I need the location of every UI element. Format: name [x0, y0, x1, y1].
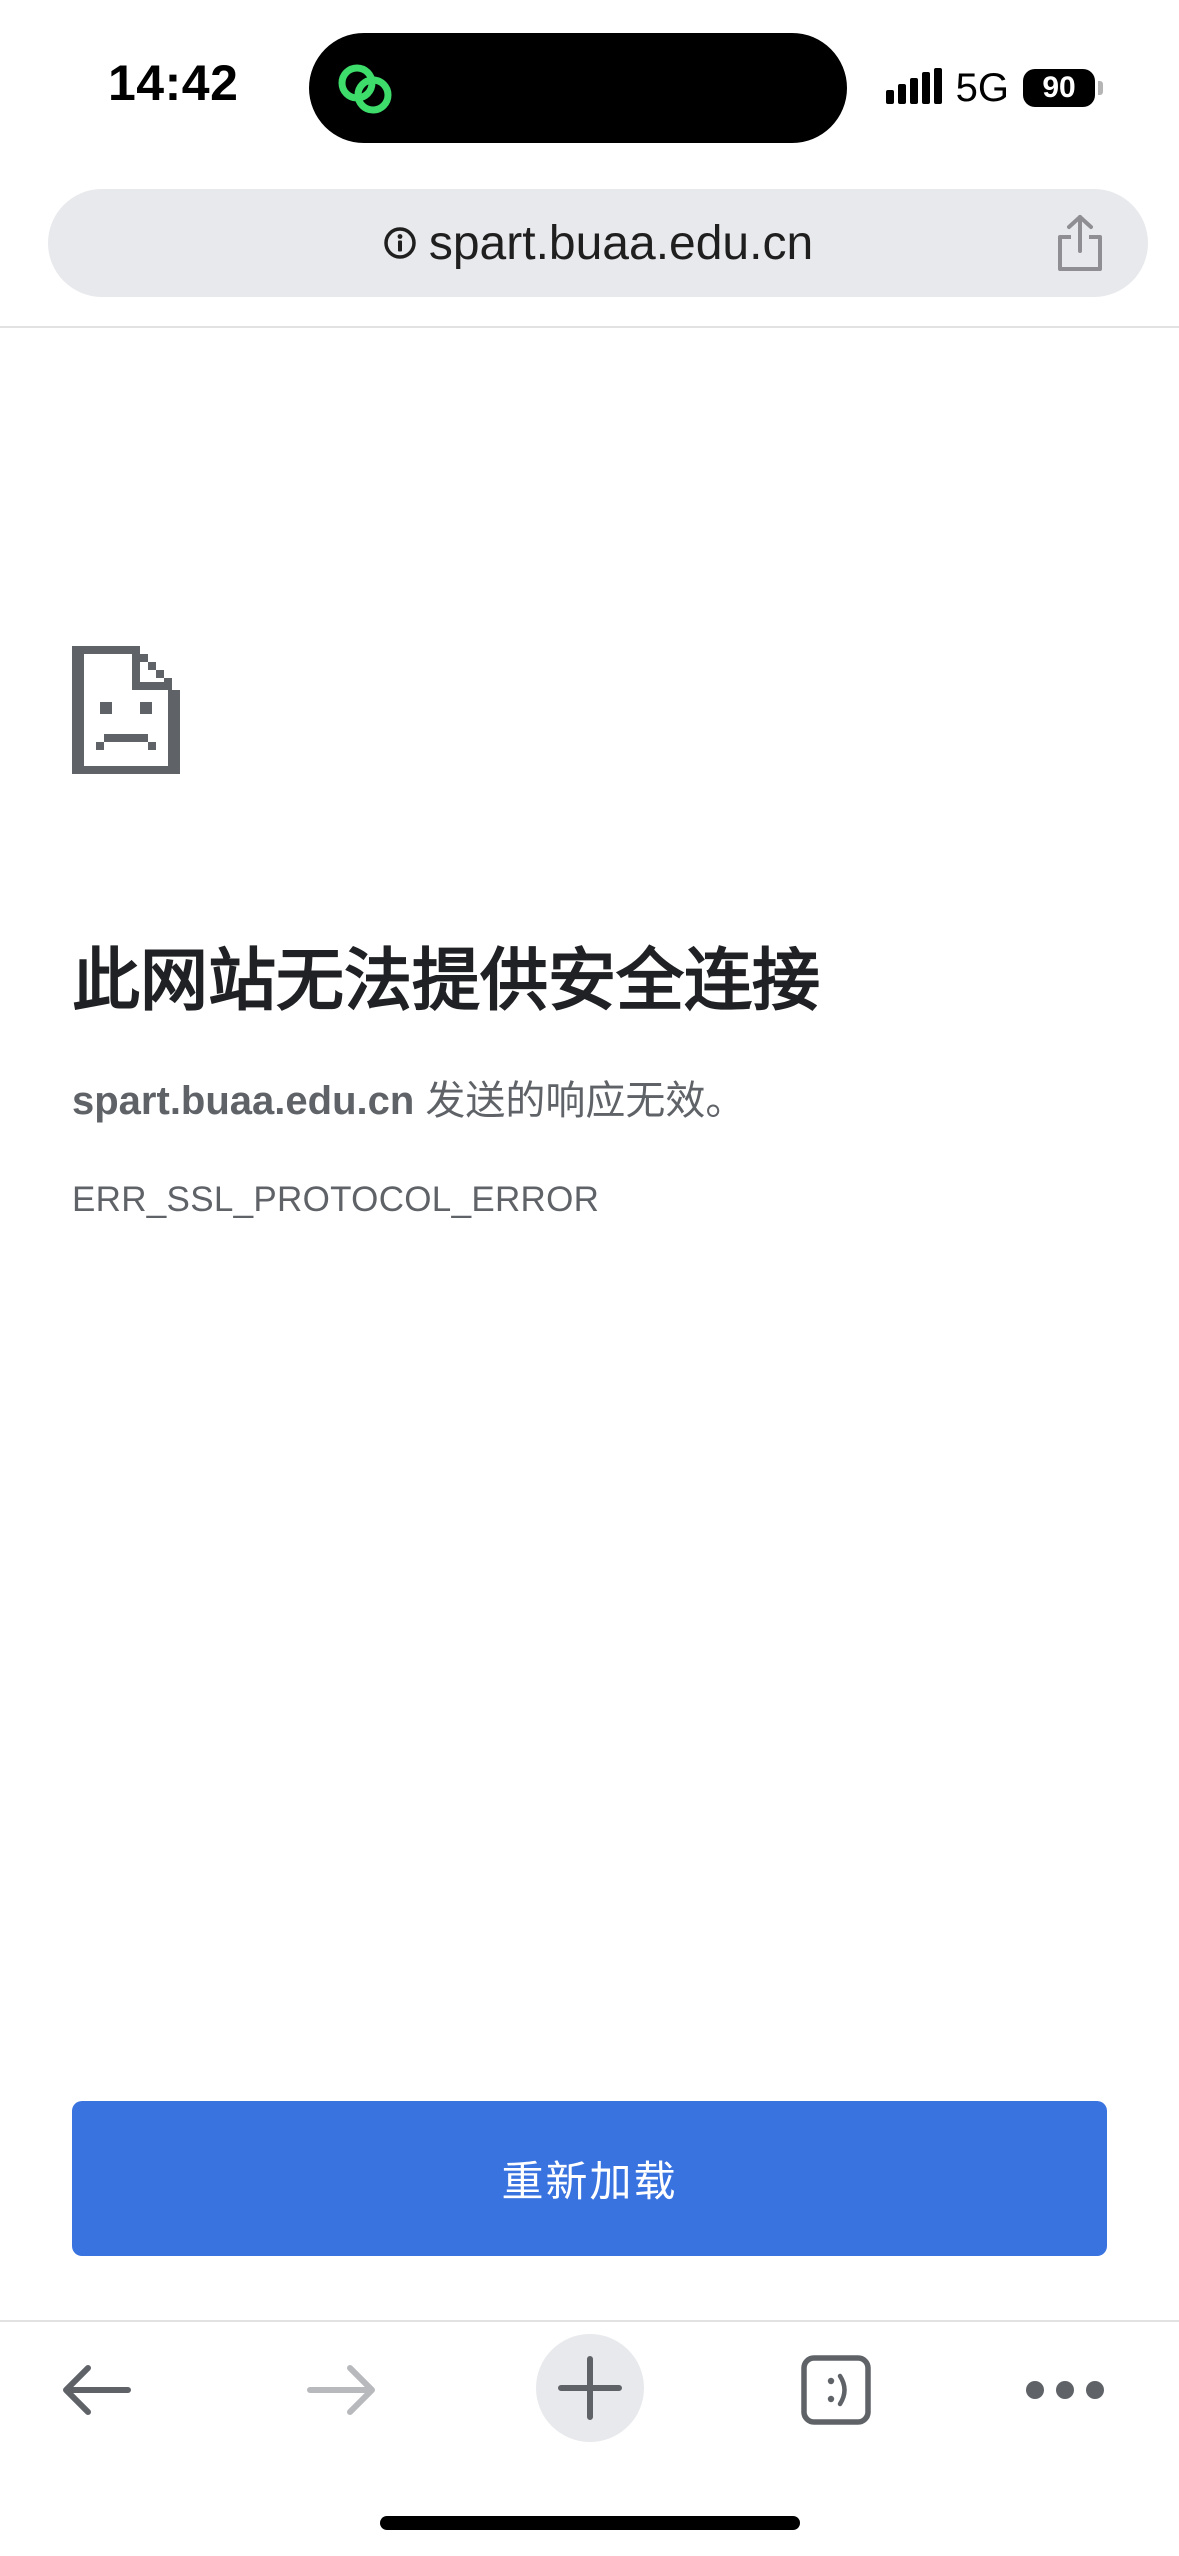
network-type: 5G [955, 65, 1009, 110]
error-code[interactable]: ERR_SSL_PROTOCOL_ERROR [72, 1180, 599, 1220]
link-rings-icon [338, 64, 392, 114]
error-host: spart.buaa.edu.cn [72, 1079, 415, 1123]
tab-switcher-icon [801, 2355, 871, 2425]
new-tab-button[interactable] [536, 2334, 644, 2442]
header-divider [0, 326, 1179, 328]
forward-button[interactable] [292, 2335, 392, 2445]
toolbar-divider [0, 2320, 1179, 2322]
reload-button[interactable]: 重新加载 [72, 2101, 1107, 2256]
address-content: spart.buaa.edu.cn [48, 189, 1148, 297]
battery-cap [1098, 81, 1103, 95]
address-url[interactable]: spart.buaa.edu.cn [429, 216, 813, 271]
status-indicators: 5G 90 [885, 64, 1103, 112]
sad-page-icon [72, 646, 180, 774]
home-indicator[interactable] [380, 2516, 800, 2530]
dynamic-island[interactable] [309, 33, 847, 143]
status-time: 14:42 [108, 55, 239, 111]
address-bar[interactable]: spart.buaa.edu.cn [48, 189, 1148, 297]
error-title: 此网站无法提供安全连接 [72, 943, 821, 1019]
plus-icon [558, 2356, 622, 2420]
tab-switcher-button[interactable] [786, 2335, 886, 2445]
battery-icon: 90 [1023, 69, 1103, 107]
error-description: spart.buaa.edu.cn 发送的响应无效。 [72, 1068, 745, 1126]
battery-level: 90 [1042, 71, 1076, 104]
back-button[interactable] [46, 2335, 146, 2445]
screen: 14:42 5G 90 spart.buaa.edu.cn 此网站无法提供安全连… [0, 0, 1179, 2556]
error-message: 发送的响应无效。 [414, 1079, 746, 1123]
share-icon[interactable] [1052, 213, 1108, 273]
cellular-signal-icon [885, 68, 942, 104]
more-dots-icon [1026, 2381, 1104, 2399]
info-icon[interactable] [383, 226, 417, 260]
forward-arrow-icon [307, 2365, 375, 2415]
more-menu-button[interactable] [1010, 2335, 1120, 2445]
back-arrow-icon [63, 2365, 131, 2415]
